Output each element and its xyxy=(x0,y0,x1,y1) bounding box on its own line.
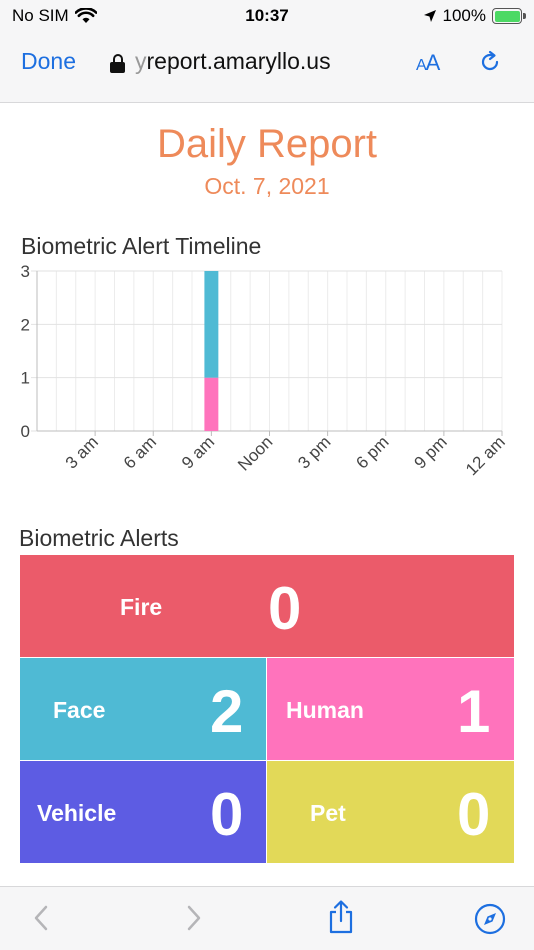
alerts-title: Biometric Alerts xyxy=(19,525,179,551)
face-count: 2 xyxy=(210,678,244,745)
x-tick-label: 6 pm xyxy=(352,432,392,472)
status-right: 100% xyxy=(423,6,526,26)
browser-top-bar: No SIM 10:37 100% Done yreport.amaryllo.… xyxy=(0,0,534,103)
x-tick-label: 9 am xyxy=(178,432,218,472)
alert-tile-face: Face 2 xyxy=(20,658,266,760)
status-bar: No SIM 10:37 100% xyxy=(0,0,534,32)
chart-title: Biometric Alert Timeline xyxy=(21,233,262,259)
human-label: Human xyxy=(286,697,364,723)
pet-count: 0 xyxy=(457,781,491,848)
text-size-small-a: A xyxy=(416,57,427,74)
y-tick-label: 3 xyxy=(21,262,30,281)
lock-icon xyxy=(110,53,125,73)
y-tick-label: 2 xyxy=(21,315,30,334)
x-tick-label: 3 am xyxy=(62,432,102,472)
compass-icon[interactable] xyxy=(474,903,506,935)
chart-bar-segment xyxy=(204,377,219,431)
vehicle-label: Vehicle xyxy=(37,800,117,826)
y-tick-label: 0 xyxy=(21,422,30,441)
location-arrow-icon xyxy=(423,10,436,22)
alert-tile-fire: Fire 0 xyxy=(20,555,514,657)
address-bar[interactable]: yreport.amaryllo.us xyxy=(110,48,331,75)
alert-tile-pet: Pet 0 xyxy=(267,761,514,863)
x-tick-label: 9 pm xyxy=(411,432,451,472)
reload-icon[interactable] xyxy=(478,50,502,74)
chevron-right-icon[interactable] xyxy=(183,903,205,933)
fire-count: 0 xyxy=(268,575,302,642)
face-label: Face xyxy=(53,697,106,723)
human-count: 1 xyxy=(457,678,491,745)
report-date: Oct. 7, 2021 xyxy=(204,173,330,199)
timeline-chart: 0 1 2 3 3 am 6 am 9 am Noon 3 pm 6 pm 9 pm 12 am xyxy=(21,262,509,479)
text-size-large-a: A xyxy=(425,50,441,75)
battery-icon xyxy=(492,8,526,24)
report-title: Daily Report xyxy=(156,122,378,166)
battery-percent: 100% xyxy=(442,6,486,25)
alert-tile-human: Human 1 xyxy=(267,658,514,760)
url-prefix: y xyxy=(135,48,147,74)
pet-label: Pet xyxy=(310,800,346,826)
chevron-left-icon[interactable] xyxy=(30,903,52,933)
y-tick-label: 1 xyxy=(21,369,30,388)
x-tick-label: 12 am xyxy=(462,432,509,479)
address-bar-row: Done yreport.amaryllo.us AA xyxy=(0,40,534,84)
text-size-button[interactable]: AA xyxy=(416,50,441,76)
x-tick-label: 3 pm xyxy=(294,432,334,472)
done-button[interactable]: Done xyxy=(21,48,76,75)
share-icon[interactable] xyxy=(327,899,355,935)
x-tick-label: 6 am xyxy=(120,432,160,472)
fire-label: Fire xyxy=(120,594,163,620)
chart-bar-segment xyxy=(204,271,219,378)
alert-tile-vehicle: Vehicle 0 xyxy=(20,761,266,863)
x-tick-label: Noon xyxy=(234,432,276,474)
vehicle-count: 0 xyxy=(210,781,244,848)
browser-bottom-toolbar xyxy=(0,886,534,950)
url-host: report.amaryllo.us xyxy=(146,48,331,74)
url-text: yreport.amaryllo.us xyxy=(135,48,331,75)
